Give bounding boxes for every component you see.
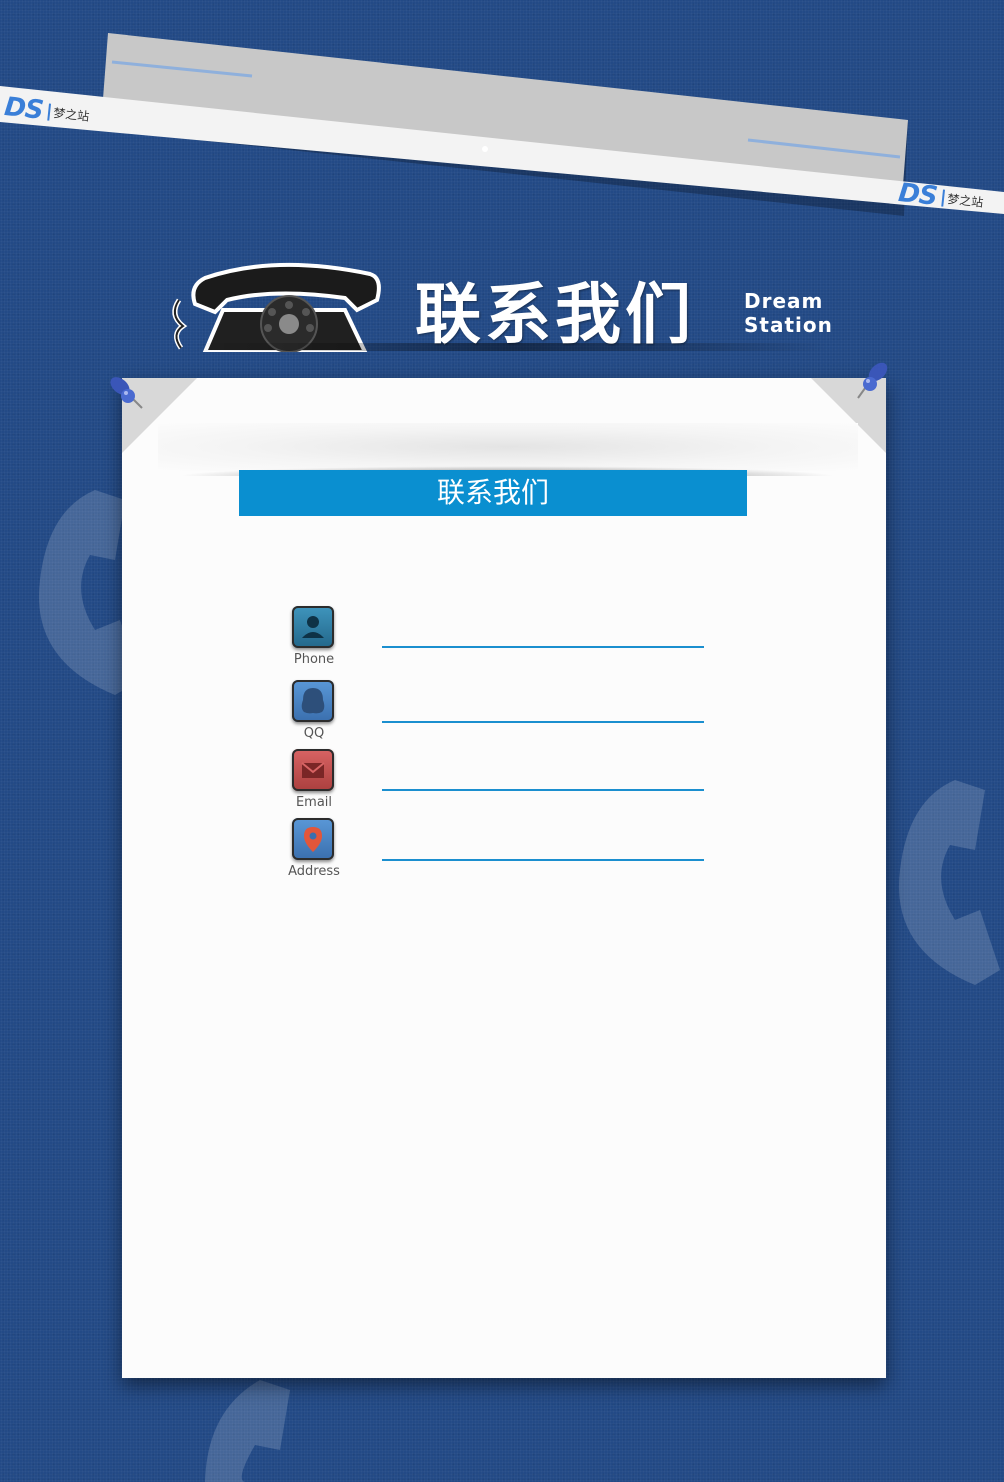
logo-mark: DS bbox=[2, 92, 45, 126]
contact-row-address: Address bbox=[288, 818, 708, 888]
contact-row-phone: Phone bbox=[288, 606, 708, 676]
background-phone-handset-right-icon bbox=[898, 780, 1000, 985]
background-phone-handset-bottom-icon bbox=[205, 1380, 290, 1482]
penguin-icon bbox=[292, 680, 334, 722]
page-header: 联系我们 Dream Station bbox=[160, 255, 900, 352]
contact-card: 联系我们 Phone QQ Email Address bbox=[122, 378, 886, 1378]
contact-label: QQ bbox=[303, 726, 325, 741]
header-title: 联系我们 bbox=[415, 276, 695, 347]
logo-chinese-name: 梦之站 bbox=[941, 189, 985, 211]
contact-row-email: Email bbox=[288, 749, 708, 819]
card-tape-strip bbox=[158, 423, 858, 471]
rotary-telephone-icon bbox=[172, 262, 381, 352]
push-pin-right-icon bbox=[857, 362, 888, 399]
phone-value-field[interactable] bbox=[382, 646, 704, 648]
qq-value-field[interactable] bbox=[382, 721, 704, 723]
address-value-field[interactable] bbox=[382, 859, 704, 861]
contact-label: Address bbox=[288, 864, 340, 879]
logo-mark: DS bbox=[896, 178, 939, 212]
header-underline-shadow bbox=[190, 343, 830, 351]
contact-label: Email bbox=[295, 795, 333, 810]
contact-page: { "brand": { "logo_text": "DS", "logo_cn… bbox=[0, 0, 1004, 1482]
card-title: 联系我们 bbox=[239, 470, 747, 516]
map-pin-icon bbox=[292, 818, 334, 860]
contact-label: Phone bbox=[293, 652, 335, 667]
top-banner bbox=[0, 33, 1004, 216]
envelope-icon bbox=[292, 749, 334, 791]
push-pin-left-icon bbox=[110, 377, 143, 409]
logo-chinese-name: 梦之站 bbox=[47, 103, 91, 125]
contact-row-qq: QQ bbox=[288, 680, 708, 750]
header-subtitle: Dream Station bbox=[744, 289, 833, 337]
email-value-field[interactable] bbox=[382, 789, 704, 791]
person-icon bbox=[292, 606, 334, 648]
